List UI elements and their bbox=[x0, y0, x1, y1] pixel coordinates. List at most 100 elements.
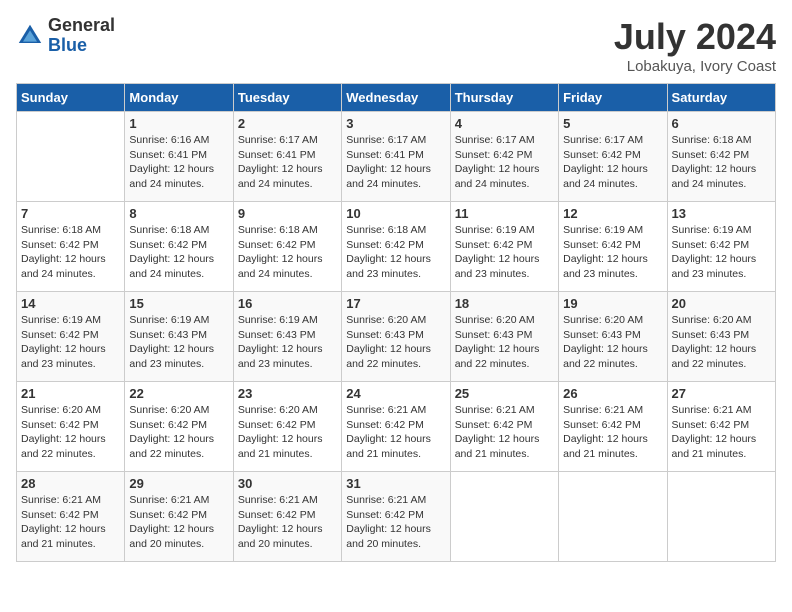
sunset-text: Sunset: 6:42 PM bbox=[129, 419, 207, 431]
daylight-text: Daylight: 12 hours and 24 minutes. bbox=[563, 163, 648, 190]
daylight-text: Daylight: 12 hours and 24 minutes. bbox=[129, 253, 214, 280]
day-number: 21 bbox=[21, 386, 120, 401]
daylight-text: Daylight: 12 hours and 23 minutes. bbox=[563, 253, 648, 280]
day-number: 17 bbox=[346, 296, 445, 311]
calendar-cell: 24 Sunrise: 6:21 AM Sunset: 6:42 PM Dayl… bbox=[342, 382, 450, 472]
daylight-text: Daylight: 12 hours and 20 minutes. bbox=[238, 523, 323, 550]
calendar-cell: 20 Sunrise: 6:20 AM Sunset: 6:43 PM Dayl… bbox=[667, 292, 775, 382]
sunset-text: Sunset: 6:42 PM bbox=[672, 149, 750, 161]
daylight-text: Daylight: 12 hours and 23 minutes. bbox=[346, 253, 431, 280]
sunset-text: Sunset: 6:42 PM bbox=[21, 509, 99, 521]
daylight-text: Daylight: 12 hours and 24 minutes. bbox=[672, 163, 757, 190]
day-number: 12 bbox=[563, 206, 662, 221]
sunrise-text: Sunrise: 6:20 AM bbox=[455, 314, 535, 326]
day-number: 27 bbox=[672, 386, 771, 401]
daylight-text: Daylight: 12 hours and 20 minutes. bbox=[129, 523, 214, 550]
calendar-cell: 3 Sunrise: 6:17 AM Sunset: 6:41 PM Dayli… bbox=[342, 112, 450, 202]
calendar-cell bbox=[450, 472, 558, 562]
calendar-cell: 23 Sunrise: 6:20 AM Sunset: 6:42 PM Dayl… bbox=[233, 382, 341, 472]
cell-content: Sunrise: 6:21 AM Sunset: 6:42 PM Dayligh… bbox=[346, 493, 445, 552]
daylight-text: Daylight: 12 hours and 21 minutes. bbox=[455, 433, 540, 460]
cell-content: Sunrise: 6:17 AM Sunset: 6:42 PM Dayligh… bbox=[563, 133, 662, 192]
calendar-cell: 19 Sunrise: 6:20 AM Sunset: 6:43 PM Dayl… bbox=[559, 292, 667, 382]
sunset-text: Sunset: 6:42 PM bbox=[563, 239, 641, 251]
calendar-table: SundayMondayTuesdayWednesdayThursdayFrid… bbox=[16, 83, 776, 562]
sunrise-text: Sunrise: 6:19 AM bbox=[672, 224, 752, 236]
sunset-text: Sunset: 6:41 PM bbox=[129, 149, 207, 161]
day-number: 23 bbox=[238, 386, 337, 401]
sunrise-text: Sunrise: 6:19 AM bbox=[238, 314, 318, 326]
day-number: 13 bbox=[672, 206, 771, 221]
calendar-cell: 29 Sunrise: 6:21 AM Sunset: 6:42 PM Dayl… bbox=[125, 472, 233, 562]
daylight-text: Daylight: 12 hours and 21 minutes. bbox=[346, 433, 431, 460]
daylight-text: Daylight: 12 hours and 22 minutes. bbox=[346, 343, 431, 370]
calendar-cell: 17 Sunrise: 6:20 AM Sunset: 6:43 PM Dayl… bbox=[342, 292, 450, 382]
sunrise-text: Sunrise: 6:18 AM bbox=[21, 224, 101, 236]
sunset-text: Sunset: 6:43 PM bbox=[563, 329, 641, 341]
logo: General Blue bbox=[16, 16, 115, 56]
calendar-cell: 7 Sunrise: 6:18 AM Sunset: 6:42 PM Dayli… bbox=[17, 202, 125, 292]
daylight-text: Daylight: 12 hours and 24 minutes. bbox=[238, 163, 323, 190]
day-number: 15 bbox=[129, 296, 228, 311]
daylight-text: Daylight: 12 hours and 24 minutes. bbox=[21, 253, 106, 280]
calendar-cell: 22 Sunrise: 6:20 AM Sunset: 6:42 PM Dayl… bbox=[125, 382, 233, 472]
calendar-cell: 15 Sunrise: 6:19 AM Sunset: 6:43 PM Dayl… bbox=[125, 292, 233, 382]
sunset-text: Sunset: 6:42 PM bbox=[21, 419, 99, 431]
day-number: 20 bbox=[672, 296, 771, 311]
day-number: 25 bbox=[455, 386, 554, 401]
day-number: 4 bbox=[455, 116, 554, 131]
daylight-text: Daylight: 12 hours and 23 minutes. bbox=[455, 253, 540, 280]
calendar-cell bbox=[559, 472, 667, 562]
calendar-cell bbox=[667, 472, 775, 562]
sunset-text: Sunset: 6:41 PM bbox=[238, 149, 316, 161]
logo-text: General Blue bbox=[48, 16, 115, 56]
sunset-text: Sunset: 6:42 PM bbox=[21, 239, 99, 251]
daylight-text: Daylight: 12 hours and 24 minutes. bbox=[129, 163, 214, 190]
sunrise-text: Sunrise: 6:19 AM bbox=[455, 224, 535, 236]
day-header-saturday: Saturday bbox=[667, 84, 775, 112]
cell-content: Sunrise: 6:20 AM Sunset: 6:43 PM Dayligh… bbox=[346, 313, 445, 372]
cell-content: Sunrise: 6:18 AM Sunset: 6:42 PM Dayligh… bbox=[21, 223, 120, 282]
sunset-text: Sunset: 6:42 PM bbox=[672, 239, 750, 251]
sunrise-text: Sunrise: 6:18 AM bbox=[129, 224, 209, 236]
day-number: 7 bbox=[21, 206, 120, 221]
daylight-text: Daylight: 12 hours and 21 minutes. bbox=[672, 433, 757, 460]
month-year-title: July 2024 bbox=[614, 16, 776, 58]
calendar-cell: 28 Sunrise: 6:21 AM Sunset: 6:42 PM Dayl… bbox=[17, 472, 125, 562]
cell-content: Sunrise: 6:21 AM Sunset: 6:42 PM Dayligh… bbox=[129, 493, 228, 552]
daylight-text: Daylight: 12 hours and 22 minutes. bbox=[21, 433, 106, 460]
cell-content: Sunrise: 6:18 AM Sunset: 6:42 PM Dayligh… bbox=[672, 133, 771, 192]
sunrise-text: Sunrise: 6:20 AM bbox=[672, 314, 752, 326]
cell-content: Sunrise: 6:21 AM Sunset: 6:42 PM Dayligh… bbox=[238, 493, 337, 552]
day-number: 5 bbox=[563, 116, 662, 131]
cell-content: Sunrise: 6:17 AM Sunset: 6:41 PM Dayligh… bbox=[346, 133, 445, 192]
day-header-monday: Monday bbox=[125, 84, 233, 112]
calendar-cell: 8 Sunrise: 6:18 AM Sunset: 6:42 PM Dayli… bbox=[125, 202, 233, 292]
day-number: 26 bbox=[563, 386, 662, 401]
sunrise-text: Sunrise: 6:18 AM bbox=[238, 224, 318, 236]
cell-content: Sunrise: 6:17 AM Sunset: 6:42 PM Dayligh… bbox=[455, 133, 554, 192]
cell-content: Sunrise: 6:20 AM Sunset: 6:42 PM Dayligh… bbox=[238, 403, 337, 462]
cell-content: Sunrise: 6:18 AM Sunset: 6:42 PM Dayligh… bbox=[238, 223, 337, 282]
calendar-cell: 13 Sunrise: 6:19 AM Sunset: 6:42 PM Dayl… bbox=[667, 202, 775, 292]
sunrise-text: Sunrise: 6:21 AM bbox=[21, 494, 101, 506]
sunrise-text: Sunrise: 6:17 AM bbox=[563, 134, 643, 146]
cell-content: Sunrise: 6:18 AM Sunset: 6:42 PM Dayligh… bbox=[346, 223, 445, 282]
cell-content: Sunrise: 6:21 AM Sunset: 6:42 PM Dayligh… bbox=[563, 403, 662, 462]
cell-content: Sunrise: 6:20 AM Sunset: 6:43 PM Dayligh… bbox=[563, 313, 662, 372]
sunrise-text: Sunrise: 6:19 AM bbox=[129, 314, 209, 326]
calendar-cell: 30 Sunrise: 6:21 AM Sunset: 6:42 PM Dayl… bbox=[233, 472, 341, 562]
daylight-text: Daylight: 12 hours and 22 minutes. bbox=[672, 343, 757, 370]
sunset-text: Sunset: 6:42 PM bbox=[129, 509, 207, 521]
day-header-tuesday: Tuesday bbox=[233, 84, 341, 112]
cell-content: Sunrise: 6:20 AM Sunset: 6:42 PM Dayligh… bbox=[129, 403, 228, 462]
day-number: 31 bbox=[346, 476, 445, 491]
day-number: 29 bbox=[129, 476, 228, 491]
daylight-text: Daylight: 12 hours and 23 minutes. bbox=[21, 343, 106, 370]
sunset-text: Sunset: 6:42 PM bbox=[563, 149, 641, 161]
sunset-text: Sunset: 6:42 PM bbox=[21, 329, 99, 341]
calendar-cell: 18 Sunrise: 6:20 AM Sunset: 6:43 PM Dayl… bbox=[450, 292, 558, 382]
day-header-sunday: Sunday bbox=[17, 84, 125, 112]
sunset-text: Sunset: 6:43 PM bbox=[238, 329, 316, 341]
day-number: 28 bbox=[21, 476, 120, 491]
